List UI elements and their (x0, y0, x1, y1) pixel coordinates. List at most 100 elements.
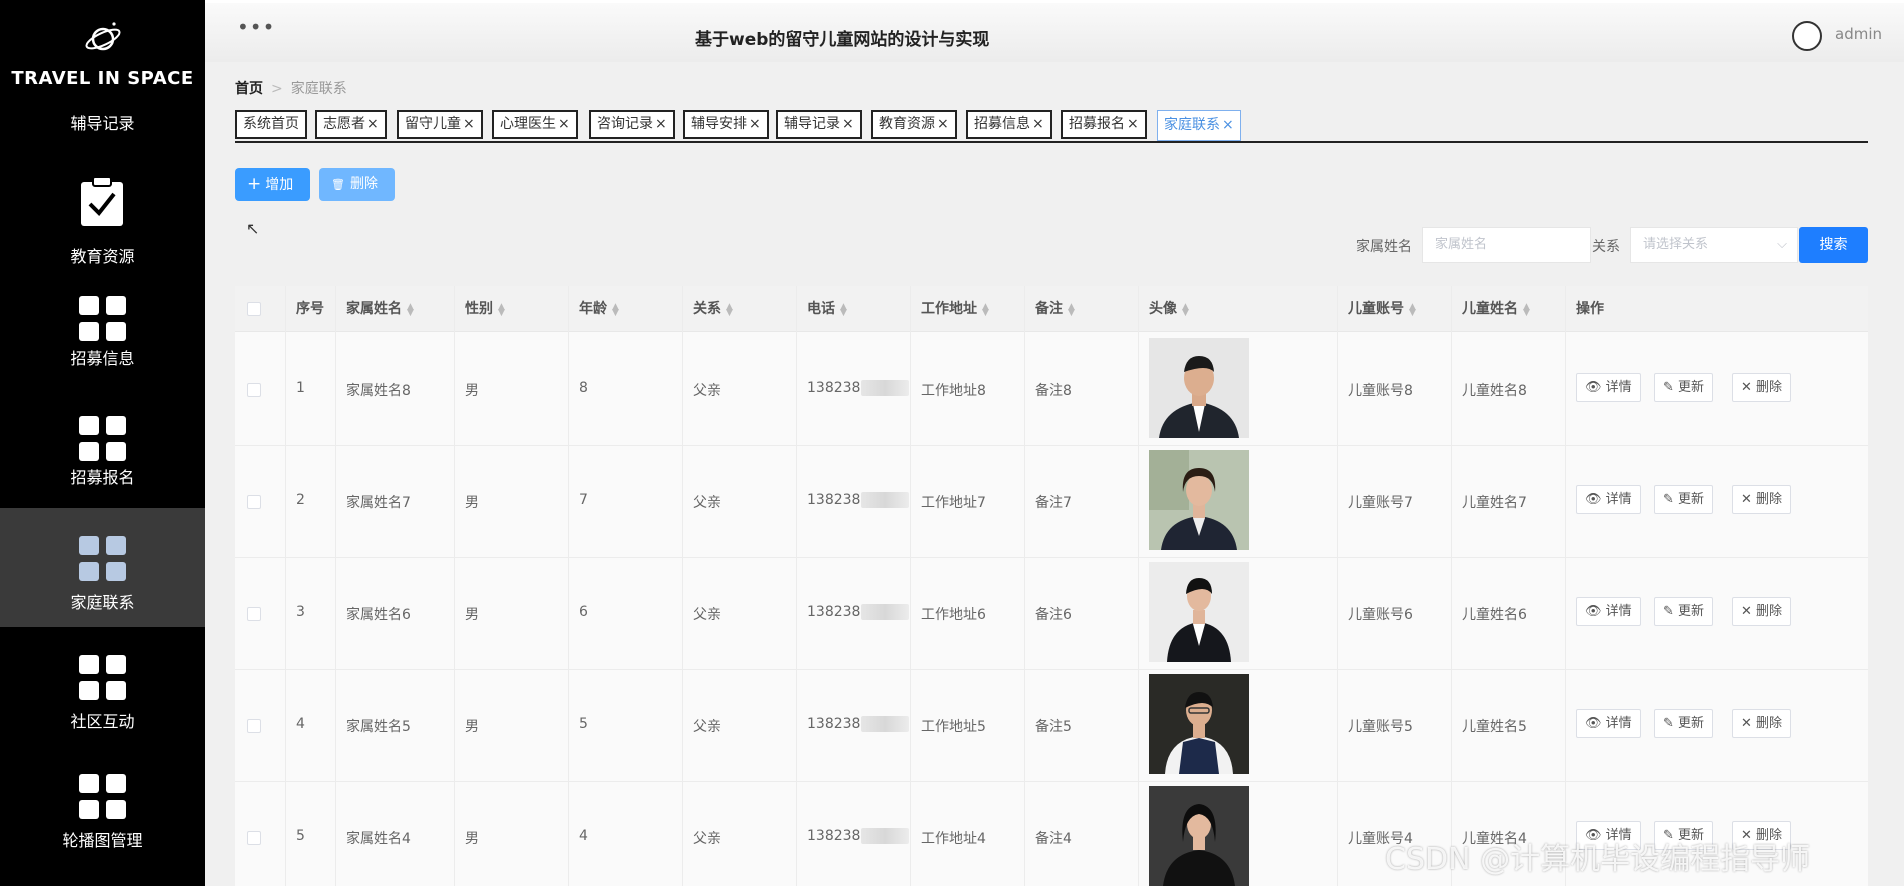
cell-age: 5 (579, 716, 588, 732)
row-checkbox[interactable] (247, 719, 261, 733)
eye-icon: 👁 (1585, 716, 1602, 731)
add-button[interactable]: + 增加 (235, 168, 310, 201)
search-button[interactable]: 搜索 (1799, 227, 1868, 263)
column-header[interactable]: 备注 ▲ ▼ (1035, 286, 1075, 332)
tab-recruitment-signup[interactable]: 招募报名 × (1061, 110, 1147, 139)
eye-icon: 👁 (1585, 492, 1602, 507)
edit-icon: ✎ (1663, 716, 1674, 731)
sort-icon: ▲ ▼ (498, 302, 505, 318)
select-all-checkbox[interactable] (247, 302, 261, 316)
avatar[interactable] (1792, 21, 1822, 51)
breadcrumb-home[interactable]: 首页 (235, 81, 263, 97)
close-icon[interactable]: × (749, 116, 761, 132)
delete-button[interactable]: 🗑 删除 (319, 168, 395, 201)
close-icon[interactable]: × (463, 116, 475, 132)
cell-name: 家属姓名7 (346, 495, 411, 511)
tab-tutoring-schedule[interactable]: 辅导安排 × (683, 110, 769, 139)
sort-icon: ▲ ▼ (1523, 302, 1530, 318)
update-button[interactable]: ✎ 更新 (1654, 597, 1714, 626)
cell-remark: 备注4 (1035, 831, 1072, 847)
tab-volunteer[interactable]: 志愿者 × (315, 110, 387, 139)
close-icon[interactable]: × (937, 116, 949, 132)
detail-button[interactable]: 👁 详情 (1576, 597, 1641, 626)
column-header[interactable]: 家属姓名 ▲ ▼ (346, 286, 414, 332)
breadcrumb-separator: > (271, 81, 283, 97)
sidebar-item-community[interactable]: 社区互动 (0, 627, 205, 746)
row-checkbox[interactable] (247, 495, 261, 509)
close-icon[interactable]: × (1222, 117, 1234, 133)
column-header[interactable]: 年龄 ▲ ▼ (579, 286, 619, 332)
logo-text: TRAVEL IN SPACE (11, 68, 194, 89)
detail-button[interactable]: 👁 详情 (1576, 373, 1641, 402)
row-checkbox[interactable] (247, 831, 261, 845)
sort-icon: ▲ ▼ (726, 302, 733, 318)
close-icon[interactable]: × (1032, 116, 1044, 132)
update-button[interactable]: ✎ 更新 (1654, 709, 1714, 738)
row-checkbox[interactable] (247, 383, 261, 397)
sidebar-item-recruitment-info[interactable]: 招募信息 (0, 264, 205, 383)
detail-button[interactable]: 👁 详情 (1576, 709, 1641, 738)
close-icon[interactable]: × (655, 116, 667, 132)
close-icon[interactable]: × (842, 116, 854, 132)
grid-icon (79, 416, 127, 462)
column-header[interactable]: 工作地址 ▲ ▼ (921, 286, 989, 332)
avatar-photo (1149, 674, 1249, 774)
sort-icon: ▲ ▼ (1409, 302, 1416, 318)
column-header[interactable]: 性别 ▲ ▼ (465, 286, 505, 332)
search-name-input[interactable]: 家属姓名 (1422, 227, 1591, 263)
row-delete-button[interactable]: ✕ 删除 (1732, 597, 1792, 626)
cell-address: 工作地址7 (921, 495, 986, 511)
close-icon[interactable]: × (367, 116, 379, 132)
close-icon[interactable]: × (558, 116, 570, 132)
detail-button[interactable]: 👁 详情 (1576, 485, 1641, 514)
sidebar-item-family-contact[interactable]: 家庭联系 (0, 508, 205, 627)
clipboard-check-icon (81, 176, 123, 226)
close-icon: ✕ (1741, 604, 1752, 619)
tab-tutoring-records[interactable]: 辅导记录 × (776, 110, 862, 139)
column-header[interactable]: 电话 ▲ ▼ (807, 286, 847, 332)
tab-left-behind-children[interactable]: 留守儿童 × (397, 110, 483, 139)
table-row: 2 家属姓名7 男 7 父亲 138238 工作地址7 备注7 儿童账号7 儿童… (235, 446, 1868, 558)
column-header[interactable]: 关系 ▲ ▼ (693, 286, 733, 332)
tab-consult-records[interactable]: 咨询记录 × (589, 110, 675, 139)
cell-gender: 男 (465, 831, 479, 847)
update-button[interactable]: ✎ 更新 (1654, 485, 1714, 514)
row-delete-button[interactable]: ✕ 删除 (1732, 709, 1792, 738)
cell-address: 工作地址5 (921, 719, 986, 735)
cell-remark: 备注5 (1035, 719, 1072, 735)
sidebar-item-carousel[interactable]: 轮播图管理 (0, 746, 205, 865)
row-delete-button[interactable]: ✕ 删除 (1732, 373, 1792, 402)
cell-age: 7 (579, 492, 588, 508)
edit-icon: ✎ (1663, 604, 1674, 619)
sidebar-item-recruitment-signup[interactable]: 招募报名 (0, 383, 205, 502)
column-header[interactable]: 儿童账号 ▲ ▼ (1348, 286, 1416, 332)
tab-psychologist[interactable]: 心理医生 × (492, 110, 578, 139)
close-icon[interactable]: × (1127, 116, 1139, 132)
tab-home[interactable]: 系统首页 (235, 110, 307, 139)
grid-icon (79, 655, 127, 701)
sidebar-item-tutoring-records[interactable]: 辅导记录 (0, 96, 205, 136)
data-table: 序号 家属姓名 ▲ ▼ 性别 ▲ ▼ 年龄 ▲ ▼ 关系 ▲ ▼ 电话 ▲ ▼ 工作地址 ▲ ▼ 备注 ▲… (235, 286, 1868, 886)
cell-phone: 138238 (807, 492, 910, 508)
menu-dots-icon[interactable]: ••• (237, 15, 275, 39)
cell-remark: 备注7 (1035, 495, 1072, 511)
tab-recruitment-info[interactable]: 招募信息 × (966, 110, 1052, 139)
column-header[interactable]: 儿童姓名 ▲ ▼ (1462, 286, 1530, 332)
blurred-digits (861, 380, 910, 396)
row-checkbox[interactable] (247, 607, 261, 621)
avatar-photo (1149, 450, 1249, 550)
user-name[interactable]: admin (1835, 25, 1882, 43)
sidebar-item-label: 家庭联系 (70, 593, 135, 612)
cell-phone: 138238 (807, 828, 910, 844)
avatar-photo (1149, 562, 1249, 662)
relation-select[interactable]: 请选择关系 ⌵ (1630, 227, 1798, 263)
cell-remark: 备注8 (1035, 383, 1072, 399)
tab-education-resources[interactable]: 教育资源 × (871, 110, 957, 139)
column-header[interactable]: 头像 ▲ ▼ (1149, 286, 1189, 332)
tab-family-contact[interactable]: 家庭联系 × (1157, 110, 1241, 141)
cell-address: 工作地址6 (921, 607, 986, 623)
table-header: 序号 家属姓名 ▲ ▼ 性别 ▲ ▼ 年龄 ▲ ▼ 关系 ▲ ▼ 电话 ▲ ▼ 工作地址 ▲ ▼ 备注 ▲… (235, 286, 1868, 332)
table-row: 3 家属姓名6 男 6 父亲 138238 工作地址6 备注6 儿童账号6 儿童… (235, 558, 1868, 670)
update-button[interactable]: ✎ 更新 (1654, 373, 1714, 402)
row-delete-button[interactable]: ✕ 删除 (1732, 485, 1792, 514)
